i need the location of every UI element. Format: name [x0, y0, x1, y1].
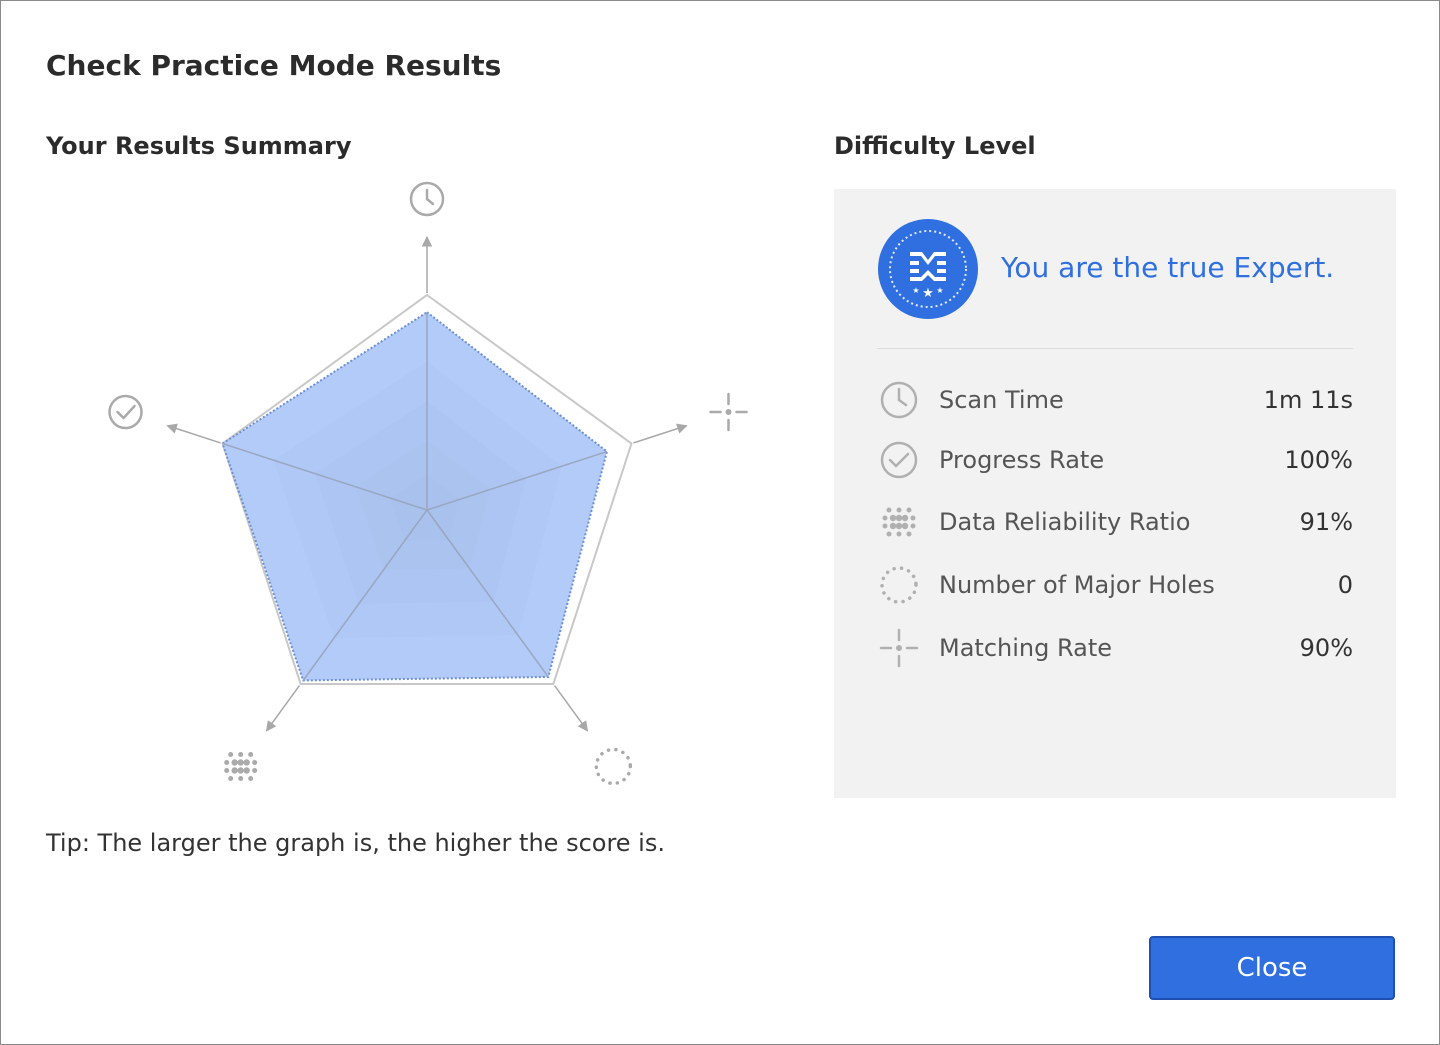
metric-label: Matching Rate	[939, 634, 1113, 662]
metric-row-scan-time: Scan Time 1m 11s	[877, 378, 1353, 422]
difficulty-panel: ★ ★ ★ You are the true Expert. Scan Time…	[834, 189, 1396, 798]
crosshair-icon	[879, 628, 919, 668]
panel-divider	[877, 348, 1353, 349]
metric-row-data-reliability: Data Reliability Ratio 91%	[877, 500, 1353, 544]
close-button[interactable]: Close	[1149, 936, 1395, 1000]
radar-chart	[108, 181, 748, 786]
metric-value: 0	[1337, 571, 1353, 599]
metric-label: Scan Time	[939, 386, 1064, 414]
metric-value: 100%	[1284, 446, 1353, 474]
check-circle-icon	[880, 441, 918, 479]
dot-grid-icon	[882, 507, 916, 537]
chart-tip: Tip: The larger the graph is, the higher…	[46, 829, 665, 857]
metric-row-progress-rate: Progress Rate 100%	[877, 438, 1353, 482]
metric-value: 91%	[1299, 508, 1353, 536]
clock-icon	[880, 381, 918, 419]
radar-axis-arrow	[633, 423, 688, 444]
check-circle-icon	[108, 394, 143, 430]
expert-medal-icon: ★ ★ ★	[878, 219, 978, 319]
difficulty-level-title: Difficulty Level	[834, 132, 1036, 160]
svg-text:★: ★	[922, 286, 934, 301]
results-dialog: Check Practice Mode Results Your Results…	[0, 0, 1440, 1045]
metric-row-matching-rate: Matching Rate 90%	[877, 626, 1353, 670]
crosshair-icon	[709, 392, 748, 432]
dotted-circle-icon	[880, 566, 918, 604]
metric-value: 1m 11s	[1263, 386, 1353, 414]
metric-label: Progress Rate	[939, 446, 1105, 474]
clock-icon	[409, 181, 445, 217]
dotted-circle-icon	[594, 747, 633, 786]
metric-value: 90%	[1299, 634, 1353, 662]
dot-grid-icon	[224, 751, 258, 781]
svg-text:★: ★	[936, 286, 943, 295]
expert-message: You are the true Expert.	[1001, 251, 1335, 284]
radar-axis-arrow	[553, 685, 589, 732]
metric-row-major-holes: Number of Major Holes 0	[877, 563, 1353, 607]
metric-label: Number of Major Holes	[939, 571, 1215, 599]
metric-label: Data Reliability Ratio	[939, 508, 1191, 536]
radar-axis-arrow	[265, 685, 301, 732]
radar-axis-arrow	[166, 423, 221, 444]
svg-text:★: ★	[912, 286, 919, 295]
